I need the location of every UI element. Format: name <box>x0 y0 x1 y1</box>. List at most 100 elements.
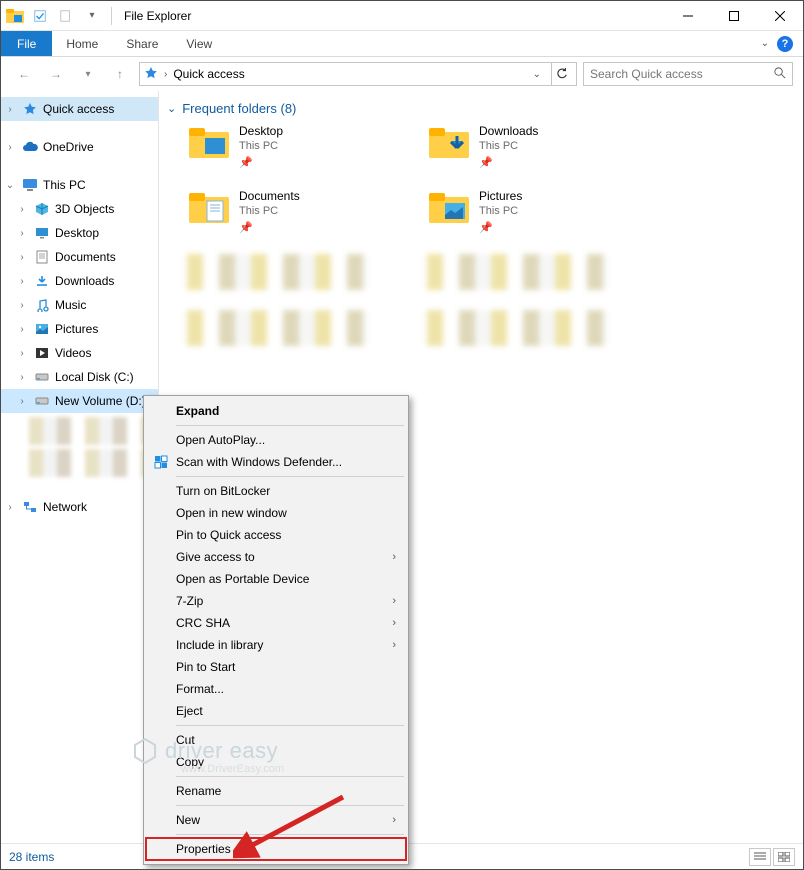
tab-share[interactable]: Share <box>112 31 172 56</box>
ctx-open-new-window[interactable]: Open in new window <box>146 502 406 524</box>
ctx-properties[interactable]: Properties <box>146 838 406 860</box>
ctx-bitlocker[interactable]: Turn on BitLocker <box>146 480 406 502</box>
documents-folder-icon <box>187 189 231 227</box>
address-box[interactable]: › Quick access ⌄ <box>139 62 577 86</box>
context-menu[interactable]: Expand Open AutoPlay... Scan with Window… <box>143 395 409 865</box>
search-box[interactable]: Search Quick access <box>583 62 793 86</box>
ribbon-expand-icon[interactable]: ⌄ <box>761 38 769 49</box>
pin-icon: 📌 <box>239 156 283 169</box>
ctx-format[interactable]: Format... <box>146 678 406 700</box>
folder-sub: This PC <box>479 205 522 217</box>
ctx-open-autoplay[interactable]: Open AutoPlay... <box>146 429 406 451</box>
refresh-button[interactable] <box>551 63 572 85</box>
tree-pictures[interactable]: ›Pictures <box>1 317 158 341</box>
nav-back-button[interactable]: ← <box>11 61 37 87</box>
tree-music[interactable]: ›Music <box>1 293 158 317</box>
ctx-expand[interactable]: Expand <box>146 400 406 422</box>
ctx-eject[interactable]: Eject <box>146 700 406 722</box>
ctx-include-library[interactable]: Include in library› <box>146 634 406 656</box>
pin-icon: 📌 <box>479 221 522 234</box>
tree-network[interactable]: ›Network <box>1 495 158 519</box>
tree-collapse-icon[interactable]: ⌄ <box>3 180 17 191</box>
maximize-button[interactable] <box>711 1 757 31</box>
ctx-give-access[interactable]: Give access to› <box>146 546 406 568</box>
tree-item-redacted[interactable] <box>29 449 150 477</box>
ribbon: File Home Share View ⌄ ? <box>1 31 803 57</box>
tree-label: Downloads <box>55 274 114 288</box>
folder-item-documents[interactable]: DocumentsThis PC📌 <box>187 189 417 234</box>
folder-item-redacted[interactable] <box>427 310 607 346</box>
ctx-separator <box>176 776 404 777</box>
tree-label: OneDrive <box>43 140 94 154</box>
tree-quick-access[interactable]: › Quick access <box>1 97 158 121</box>
tree-documents[interactable]: ›Documents <box>1 245 158 269</box>
tree-label: Documents <box>55 250 116 264</box>
nav-recent-button[interactable]: ▾ <box>75 61 101 87</box>
minimize-button[interactable] <box>665 1 711 31</box>
chevron-down-icon[interactable]: ⌄ <box>167 102 176 115</box>
ctx-rename[interactable]: Rename <box>146 780 406 802</box>
folder-item-pictures[interactable]: Pictures This PC 📌 <box>427 189 657 234</box>
tree-local-disk-c[interactable]: ›Local Disk (C:) <box>1 365 158 389</box>
help-icon[interactable]: ? <box>777 36 793 52</box>
tree-desktop[interactable]: ›Desktop <box>1 221 158 245</box>
submenu-arrow-icon: › <box>392 814 396 826</box>
folder-item-downloads[interactable]: DownloadsThis PC📌 <box>427 124 657 169</box>
navigation-tree[interactable]: › Quick access › OneDrive ⌄ This PC ›3D … <box>1 91 159 843</box>
qat-dropdown-icon[interactable]: ▾ <box>81 5 103 27</box>
qat-properties-icon[interactable] <box>29 5 51 27</box>
folder-item-desktop[interactable]: DesktopThis PC📌 <box>187 124 417 169</box>
network-icon <box>21 498 39 516</box>
breadcrumb-path[interactable]: Quick access <box>173 67 522 81</box>
folder-name: Pictures <box>479 189 522 203</box>
breadcrumb-chevron-icon[interactable]: › <box>164 69 167 80</box>
quick-access-star-icon <box>144 66 158 83</box>
tree-downloads[interactable]: ›Downloads <box>1 269 158 293</box>
tree-expand-icon[interactable]: › <box>3 104 17 115</box>
tree-label: Quick access <box>43 102 114 116</box>
tree-3d-objects[interactable]: ›3D Objects <box>1 197 158 221</box>
search-icon <box>773 66 786 82</box>
folder-item-redacted[interactable] <box>187 254 367 290</box>
ctx-cut[interactable]: Cut <box>146 729 406 751</box>
folder-sub: This PC <box>479 140 538 152</box>
disk-icon <box>33 392 51 410</box>
tree-videos[interactable]: ›Videos <box>1 341 158 365</box>
file-tab[interactable]: File <box>1 31 52 56</box>
star-icon <box>21 100 39 118</box>
ctx-pin-start[interactable]: Pin to Start <box>146 656 406 678</box>
tree-label: Videos <box>55 346 91 360</box>
nav-forward-button[interactable]: → <box>43 61 69 87</box>
nav-up-button[interactable]: ↑ <box>107 61 133 87</box>
tree-onedrive[interactable]: › OneDrive <box>1 135 158 159</box>
ctx-new[interactable]: New› <box>146 809 406 831</box>
ctx-crc-sha[interactable]: CRC SHA› <box>146 612 406 634</box>
ctx-pin-quick-access[interactable]: Pin to Quick access <box>146 524 406 546</box>
folder-item-redacted[interactable] <box>427 254 607 290</box>
section-header[interactable]: ⌄ Frequent folders (8) <box>167 101 795 116</box>
ctx-portable-device[interactable]: Open as Portable Device <box>146 568 406 590</box>
tree-label: This PC <box>43 178 86 192</box>
section-title: Frequent folders (8) <box>182 101 296 116</box>
tab-view[interactable]: View <box>172 31 226 56</box>
qat-new-folder-icon[interactable] <box>55 5 77 27</box>
submenu-arrow-icon: › <box>392 551 396 563</box>
ctx-separator <box>176 805 404 806</box>
ctx-separator <box>176 725 404 726</box>
tab-home[interactable]: Home <box>52 31 112 56</box>
address-dropdown-icon[interactable]: ⌄ <box>529 69 545 80</box>
folder-name: Desktop <box>239 124 283 138</box>
ctx-scan-defender[interactable]: Scan with Windows Defender... <box>146 451 406 473</box>
tree-item-redacted[interactable] <box>29 417 150 445</box>
tree-new-volume-d[interactable]: ›New Volume (D:) <box>1 389 158 413</box>
tree-expand-icon[interactable]: › <box>3 142 17 153</box>
folder-item-redacted[interactable] <box>187 310 367 346</box>
view-large-icons-button[interactable] <box>773 848 795 866</box>
disk-icon <box>33 368 51 386</box>
view-details-button[interactable] <box>749 848 771 866</box>
ctx-7zip[interactable]: 7-Zip› <box>146 590 406 612</box>
music-icon <box>33 296 51 314</box>
ctx-copy[interactable]: Copy <box>146 751 406 773</box>
tree-this-pc[interactable]: ⌄ This PC <box>1 173 158 197</box>
close-button[interactable] <box>757 1 803 31</box>
